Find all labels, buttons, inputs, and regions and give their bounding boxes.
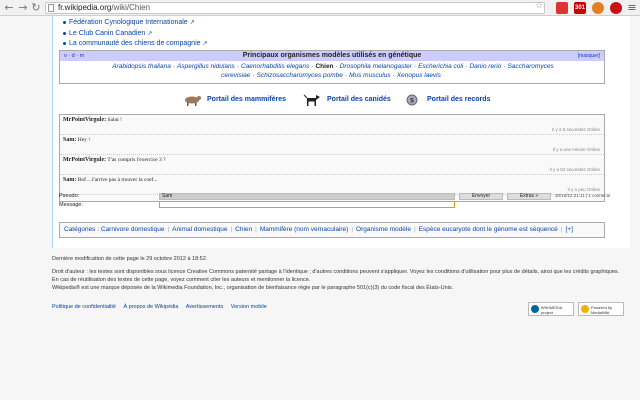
navbox-vde-links[interactable]: v · d · m — [64, 51, 84, 61]
article-content: Fédération Cynologique Internationale ↗ … — [52, 16, 630, 248]
last-modified: Dernière modification de cette page le 2… — [52, 256, 208, 262]
footer-link-about[interactable]: À propos de Wikipédia — [123, 304, 178, 310]
page-icon — [48, 4, 54, 12]
message-input[interactable] — [159, 201, 455, 208]
chat-text: Bof... J'arrive pas à trouver la coef... — [76, 177, 158, 183]
external-link[interactable]: La communauté des chiens de compagnie — [69, 40, 201, 47]
navbox-item[interactable]: Aspergillus nidulans — [177, 63, 235, 70]
categories-heading[interactable]: Catégories — [64, 226, 95, 233]
navbox-header: v · d · m Principaux organismes modèles … — [60, 51, 604, 61]
chat-user: Sam: — [63, 177, 77, 183]
mediawiki-badge[interactable]: Powered by MediaWiki — [578, 302, 624, 316]
browser-toolbar: ← → ↻ fr.wikipedia.org/wiki/Chien ☆ 301 … — [0, 0, 640, 16]
message-label: Message: — [59, 202, 83, 208]
footer-link-disclaimers[interactable]: Avertissements — [186, 304, 224, 310]
mediawiki-icon — [581, 305, 589, 313]
url-host: fr.wikipedia.org — [58, 3, 112, 12]
list-item[interactable]: Le Club Canin Canadien ↗ — [63, 29, 208, 40]
chat-time: Il y a peu Online — [567, 187, 600, 192]
svg-text:S: S — [410, 98, 414, 105]
ext-red-icon[interactable] — [556, 2, 568, 14]
chat-time: Il y a 5 secondes Online — [551, 127, 600, 132]
list-item[interactable]: Fédération Cynologique Internationale ↗ — [63, 18, 208, 29]
portal-label[interactable]: Portail des mammifères — [207, 92, 286, 108]
external-link-icon: ↗ — [147, 30, 153, 37]
navbox-list: Arabidopsis thaliana · Aspergillus nidulan… — [112, 63, 554, 79]
portal-label[interactable]: Portail des records — [427, 92, 490, 108]
chat-text: Salut ! — [106, 117, 122, 123]
navbox-hide-link[interactable]: [masquer] — [578, 51, 600, 61]
chat-time: Il y a une minute Online — [552, 147, 600, 152]
category-link[interactable]: Carnivore domestique — [101, 226, 165, 233]
portal-label[interactable]: Portail des canidés — [327, 92, 391, 108]
trademark-text: Wikipedia® est une marque déposée de la … — [52, 285, 454, 291]
chat-message: Sam: Hey ! Il y a une minute Online — [60, 135, 604, 155]
opera-icon[interactable] — [610, 2, 622, 14]
chat-message: Sam: Bof... J'arrive pas à trouver la co… — [60, 175, 604, 195]
forward-icon[interactable]: → — [17, 2, 29, 14]
wikimedia-badge-label: WIKIMEDIA project — [541, 305, 563, 315]
external-link-icon: ↗ — [202, 41, 208, 47]
navbox-item[interactable]: Danio rerio — [469, 63, 501, 70]
extras-button[interactable]: Extras » — [507, 193, 551, 200]
wikimedia-icon — [531, 305, 539, 313]
chat-user: MrPointVirgule: — [63, 117, 107, 123]
footer-links: Politique de confidentialité À propos de… — [52, 304, 273, 310]
wikimedia-badge[interactable]: WIKIMEDIA project — [528, 302, 574, 316]
navbox-item[interactable]: Mus musculus — [349, 72, 391, 79]
navbox-item[interactable]: Xenopus laevis — [397, 72, 441, 79]
mammal-icon — [185, 96, 201, 106]
categories-bar: Catégories : Carnivore domestique | Animal… — [59, 222, 605, 238]
back-icon[interactable]: ← — [3, 2, 15, 14]
external-link[interactable]: Le Club Canin Canadien — [69, 30, 145, 37]
category-link[interactable]: Espèce eucaryote dont le génome est séqu… — [419, 226, 558, 233]
pseudo-input[interactable]: Sam — [159, 193, 455, 200]
address-bar[interactable]: fr.wikipedia.org/wiki/Chien — [45, 2, 545, 14]
bookmark-star-icon[interactable]: ☆ — [535, 0, 543, 11]
external-links-list: Fédération Cynologique Internationale ↗ … — [63, 18, 208, 50]
navbox-item[interactable]: Caenorhabditis elegans — [241, 63, 309, 70]
categories-expand[interactable]: [+] — [565, 226, 572, 233]
reload-icon[interactable]: ↻ — [30, 2, 42, 14]
mediawiki-badge-label: Powered by MediaWiki — [591, 305, 613, 315]
records-icon: S — [406, 94, 418, 106]
external-link-icon: ↗ — [189, 20, 195, 26]
navbox-item[interactable]: Escherichia coli — [418, 63, 463, 70]
chat-message: MrPointVirgule: T'as compris l'exercice … — [60, 155, 604, 175]
chat-status: 30/10/12 21:11 | 1 connecté — [555, 193, 611, 198]
category-link[interactable]: Animal domestique — [172, 226, 227, 233]
portal-links: Portail des mammifères Portail des canid… — [183, 92, 503, 108]
navbox-item[interactable]: Arabidopsis thaliana — [112, 63, 171, 70]
navbox-item[interactable]: Schizosaccharomyces pombe — [257, 72, 343, 79]
send-button[interactable]: Envoyer — [459, 193, 503, 200]
pseudo-label: Pseudo: — [59, 193, 80, 199]
chat-message: MrPointVirgule: Salut ! Il y a 5 seconde… — [60, 115, 604, 135]
navbox-title[interactable]: Principaux organismes modèles utilisés e… — [243, 52, 422, 59]
chat-time: Il y a 52 secondes Online — [549, 167, 600, 172]
navbox-model-organisms: v · d · m Principaux organismes modèles … — [59, 50, 605, 84]
ext-badge-icon[interactable]: 301 — [574, 2, 586, 14]
license-text: Droit d'auteur : les textes sont disponi… — [52, 269, 620, 275]
chat-user: Sam: — [63, 137, 77, 143]
chat-user: MrPointVirgule: — [63, 157, 107, 163]
url-path: /wiki/Chien — [111, 3, 151, 12]
ext-orange-icon[interactable] — [592, 2, 604, 14]
dog-icon — [303, 94, 320, 106]
external-link[interactable]: Fédération Cynologique Internationale — [69, 19, 188, 26]
chat-text: Hey ! — [76, 137, 91, 143]
footer-link-privacy[interactable]: Politique de confidentialité — [52, 304, 116, 310]
navbox-item[interactable]: Drosophila melanogaster — [340, 63, 412, 70]
chat-box: MrPointVirgule: Salut ! Il y a 5 seconde… — [59, 114, 605, 202]
page-footer: Dernière modification de cette page le 2… — [52, 256, 630, 293]
list-item[interactable]: La communauté des chiens de compagnie ↗ — [63, 39, 208, 50]
category-link[interactable]: Organisme modèle — [356, 226, 411, 233]
chat-text: T'as compris l'exercice 3 ? — [106, 157, 166, 163]
footer-link-mobile[interactable]: Version mobile — [231, 304, 267, 310]
reuse-text: En cas de réutilisation des textes de ce… — [52, 277, 311, 283]
navbox-item-current: Chien — [315, 63, 334, 70]
menu-icon[interactable]: ≡ — [626, 2, 638, 14]
category-link[interactable]: Mammifère (nom vernaculaire) — [260, 226, 349, 233]
category-link[interactable]: Chien — [235, 226, 252, 233]
chat-form: Pseudo: Sam Envoyer Extras » 30/10/12 21… — [59, 193, 610, 213]
